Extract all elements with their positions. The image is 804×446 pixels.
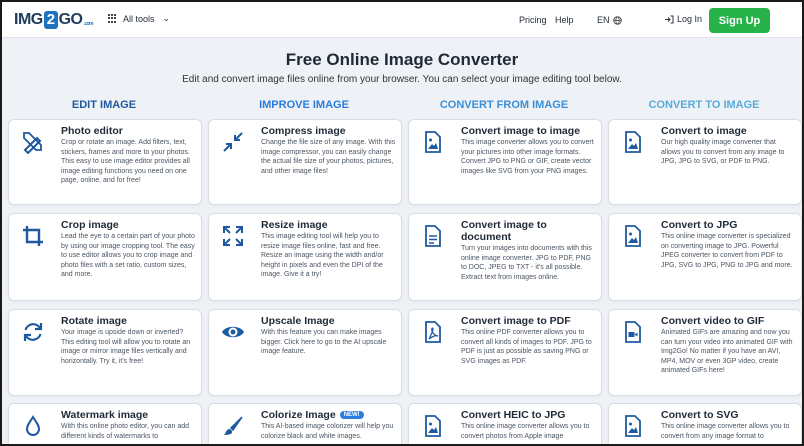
card-description: Change the file size of any image. With … — [261, 139, 396, 175]
tool-card-crop-image[interactable]: Crop image Lead the eye to a certain par… — [8, 213, 202, 301]
login-link[interactable]: Log In — [664, 14, 702, 24]
card-description: This AI-based image colorizer will help … — [261, 423, 394, 440]
card-description: Crop or rotate an image. Add filters, te… — [61, 139, 190, 184]
card-description: Lead the eye to a certain part of your p… — [61, 233, 195, 278]
card-title: Resize image — [261, 219, 328, 231]
top-header: IMG 2 GO .com All tools ⌄ Pricing Help EN L… — [2, 2, 802, 38]
all-tools-menu[interactable]: All tools ⌄ — [108, 13, 170, 24]
tool-card-convert-video-to-gif[interactable]: Convert video to GIF Animated GIFs are a… — [608, 309, 802, 396]
signup-button[interactable]: Sign Up — [709, 8, 770, 33]
rotate-icon — [21, 320, 45, 344]
tool-card-convert-image-to-image[interactable]: Convert image to image This image conver… — [408, 119, 602, 205]
image-file-icon — [621, 130, 645, 154]
card-description: This online image converter allows you t… — [661, 423, 790, 440]
login-icon — [665, 15, 674, 23]
img2go-logo[interactable]: IMG 2 GO .com — [14, 10, 94, 30]
card-description: This online image converter allows you t… — [461, 423, 590, 440]
brush-icon — [221, 414, 245, 438]
card-title: Convert to image — [661, 125, 747, 137]
language-label: EN — [597, 15, 610, 25]
tool-card-colorize-image[interactable]: Colorize Image NEW! This AI-based image c… — [208, 403, 402, 444]
page: IMG 2 GO .com All tools ⌄ Pricing Help EN L… — [0, 0, 804, 446]
card-title: Compress image — [261, 125, 346, 137]
card-title: Convert image to PDF — [461, 315, 571, 327]
edit-tools-icon — [21, 130, 45, 154]
card-title-text: Colorize Image — [261, 409, 336, 421]
tool-card-convert-to-svg[interactable]: Convert to SVG This online image convert… — [608, 403, 802, 444]
image-file-icon — [621, 414, 645, 438]
logo-text-2: 2 — [43, 11, 58, 29]
language-selector[interactable]: EN — [597, 15, 622, 25]
tool-card-convert-image-to-pdf[interactable]: Convert image to PDF This online PDF con… — [408, 309, 602, 396]
droplet-icon — [21, 414, 45, 438]
video-file-icon — [621, 320, 645, 344]
card-description: With this feature you can make images bi… — [261, 329, 387, 355]
card-description: This online PDF converter allows you to … — [461, 329, 592, 365]
login-label: Log In — [677, 14, 703, 24]
all-tools-label: All tools — [123, 13, 155, 24]
card-title: Convert image to — [461, 219, 547, 231]
card-description: Your image is upside down or inverted? T… — [61, 329, 191, 365]
expand-icon — [221, 224, 245, 248]
image-file-icon — [621, 224, 645, 248]
card-description: This online image converter is specializ… — [661, 233, 793, 269]
document-icon — [421, 224, 445, 248]
tool-card-convert-image-to-document[interactable]: Convert image to document Turn your imag… — [408, 213, 602, 301]
card-title: Colorize Image NEW! — [261, 409, 364, 421]
tool-card-resize-image[interactable]: Resize image This image editing tool wil… — [208, 213, 402, 301]
pdf-icon — [421, 320, 445, 344]
chevron-down-icon: ⌄ — [162, 13, 171, 23]
card-title: Upscale Image — [261, 315, 335, 327]
card-title: Convert to SVG — [661, 409, 739, 421]
column-heading-improve-image[interactable]: IMPROVE IMAGE — [209, 99, 399, 111]
tool-card-watermark-image[interactable]: Watermark image With this online photo e… — [8, 403, 202, 444]
card-title-line2: document — [461, 231, 512, 243]
eye-icon — [221, 320, 245, 344]
logo-text-go: GO — [58, 11, 83, 28]
card-description: Turn your images into documents with thi… — [461, 245, 592, 281]
card-title: Watermark image — [61, 409, 149, 421]
card-description: This image editing tool will help you to… — [261, 233, 384, 278]
tool-card-convert-to-jpg[interactable]: Convert to JPG This online image convert… — [608, 213, 802, 301]
column-heading-convert-from-image[interactable]: CONVERT FROM IMAGE — [409, 99, 599, 111]
column-heading-convert-to-image[interactable]: CONVERT TO IMAGE — [609, 99, 799, 111]
card-title: Convert video to GIF — [661, 315, 765, 327]
card-title: Convert image to image — [461, 125, 581, 137]
logo-text-com: .com — [83, 21, 94, 27]
card-description: With this online photo editor, you can a… — [61, 423, 190, 440]
card-title: Photo editor — [61, 125, 123, 137]
card-title: Convert to JPG — [661, 219, 738, 231]
card-description: Animated GIFs are amazing and now you ca… — [661, 329, 793, 374]
column-heading-edit-image[interactable]: EDIT IMAGE — [9, 99, 199, 111]
tool-card-convert-heic-to-jpg[interactable]: Convert HEIC to JPG This online image co… — [408, 403, 602, 444]
image-file-icon — [421, 414, 445, 438]
globe-icon — [612, 15, 622, 25]
card-title: Convert HEIC to JPG — [461, 409, 566, 421]
tool-card-compress-image[interactable]: Compress image Change the file size of a… — [208, 119, 402, 205]
page-title: Free Online Image Converter — [285, 50, 519, 69]
new-badge: NEW! — [339, 411, 364, 419]
card-title: Rotate image — [61, 315, 127, 327]
crop-icon — [21, 224, 45, 248]
tool-card-convert-to-image[interactable]: Convert to image Our high quality image … — [608, 119, 802, 205]
image-file-icon — [421, 130, 445, 154]
tool-card-rotate-image[interactable]: Rotate image Your image is upside down o… — [8, 309, 202, 396]
card-title: Crop image — [61, 219, 119, 231]
help-link[interactable]: Help — [555, 15, 574, 25]
pricing-link[interactable]: Pricing — [519, 15, 547, 25]
logo-text-img: IMG — [14, 11, 43, 28]
page-subtitle: Edit and convert image files online from… — [182, 74, 622, 85]
card-description: Our high quality image converter that al… — [661, 139, 785, 165]
tool-card-photo-editor[interactable]: Photo editor Crop or rotate an image. Ad… — [8, 119, 202, 205]
tool-card-upscale-image[interactable]: Upscale Image With this feature you can … — [208, 309, 402, 396]
compress-icon — [221, 130, 245, 154]
grid-icon — [108, 14, 117, 23]
card-description: This image converter allows you to conve… — [461, 139, 594, 175]
